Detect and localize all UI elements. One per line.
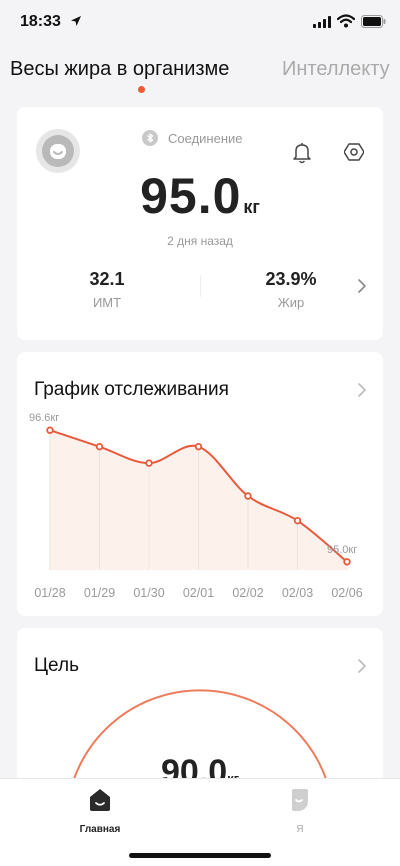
- goal-card[interactable]: Цель 90.0кг: [17, 628, 383, 798]
- chart-point: [145, 459, 153, 467]
- chart-x-tick-label: 01/30: [133, 586, 164, 600]
- chart-last-value-label: 95.0кг: [327, 544, 357, 556]
- home-icon: [90, 789, 110, 811]
- fat-label: Жир: [277, 295, 305, 310]
- chart-point: [194, 442, 203, 451]
- connection-status: Соединение: [142, 129, 243, 147]
- measurement-time: 2 дня назад: [167, 234, 233, 248]
- location-arrow-icon: [71, 16, 81, 26]
- bell-icon[interactable]: [292, 142, 312, 164]
- top-tabs: Весы жира в организме Интеллекту: [0, 58, 400, 98]
- chart-point: [95, 442, 104, 451]
- cellular-signal-icon: [313, 16, 331, 28]
- profile-icon: [292, 789, 308, 811]
- avatar-face-icon: [42, 135, 74, 167]
- battery-icon: [361, 15, 386, 28]
- weight-display: 95.0 кг: [17, 167, 383, 225]
- weight-value: 95.0: [140, 168, 242, 224]
- nav-home-label: Главная: [79, 824, 121, 835]
- status-bar: 18:33: [0, 0, 400, 46]
- stat-divider: [200, 275, 201, 297]
- summary-card[interactable]: Соединение 95.0 кг 2 дня назад 32.1 ИМТ 2…: [17, 107, 383, 340]
- chevron-right-icon[interactable]: [357, 658, 367, 674]
- nav-home[interactable]: Главная: [60, 787, 140, 835]
- goal-title: Цель: [34, 655, 79, 676]
- chart-x-tick-label: 02/02: [232, 586, 263, 600]
- chart-point: [343, 558, 351, 566]
- chart-x-tick-label: 01/29: [84, 586, 115, 600]
- tab-body-fat-scale[interactable]: Весы жира в организме: [10, 58, 229, 81]
- weight-trend-chart: 01/28 01/29 01/30 02/01 02/02 02/03 02/06 96.6к…: [29, 412, 363, 600]
- chart-first-value-label: 96.6кг: [29, 412, 59, 424]
- chart-x-tick-label: 02/06: [331, 586, 362, 600]
- chart-point: [244, 492, 252, 500]
- fat-value: 23.9%: [265, 269, 317, 289]
- active-tab-indicator: [138, 86, 145, 93]
- status-time: 18:33: [20, 13, 61, 30]
- home-indicator: [129, 853, 271, 858]
- chevron-right-icon[interactable]: [357, 278, 367, 294]
- chart-title: График отслеживания: [34, 379, 229, 400]
- weight-unit: кг: [243, 197, 260, 217]
- bmi-value: 32.1: [89, 269, 125, 289]
- chart-point: [293, 516, 302, 525]
- chart-x-tick-label: 02/01: [183, 586, 214, 600]
- bmi-stat: 32.1 ИМТ: [52, 269, 162, 310]
- tracking-chart-card[interactable]: График отслеживания 01/28 01/29 01/30 02/01…: [17, 352, 383, 616]
- connection-label: Соединение: [168, 130, 243, 146]
- fat-stat: 23.9% Жир: [236, 269, 346, 310]
- settings-icon[interactable]: [344, 142, 364, 162]
- tab-intelligent[interactable]: Интеллекту: [282, 58, 390, 81]
- chart-x-tick-label: 02/03: [282, 586, 313, 600]
- nav-me[interactable]: Я: [260, 787, 340, 835]
- bmi-label: ИМТ: [92, 295, 122, 310]
- chevron-right-icon[interactable]: [357, 382, 367, 398]
- chart-x-tick-label: 01/28: [34, 586, 65, 600]
- wifi-icon: [337, 14, 355, 28]
- nav-me-label: Я: [296, 824, 304, 835]
- chart-point: [46, 426, 54, 434]
- bluetooth-icon: [142, 130, 158, 146]
